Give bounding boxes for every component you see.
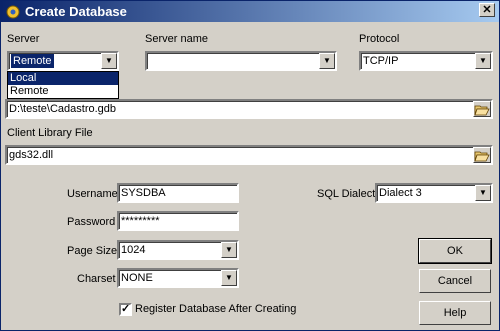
check-icon: ✓ [121,303,131,315]
page-size-combo[interactable]: 1024 ▼ [117,240,239,260]
database-app-icon [6,5,20,19]
protocol-combo[interactable]: TCP/IP ▼ [359,51,493,71]
username-input[interactable]: SYSDBA [117,183,239,203]
page-size-label: Page Size [67,245,118,257]
window-title: Create Database [25,4,127,19]
charset-dropdown-button[interactable]: ▼ [221,270,237,286]
client-library-label: Client Library File [7,127,93,139]
chevron-down-icon: ▼ [323,56,331,65]
server-dropdown-button[interactable]: ▼ [101,53,117,69]
close-button[interactable]: ✕ [479,3,495,17]
username-label: Username [67,188,118,200]
charset-value: NONE [121,272,153,284]
database-file-field[interactable]: D:\teste\Cadastro.gdb [5,99,493,119]
help-button[interactable]: Help [419,301,491,325]
server-value: Remote [11,54,54,68]
server-option-local[interactable]: Local [8,72,118,85]
server-name-label: Server name [145,33,208,45]
page-size-dropdown-button[interactable]: ▼ [221,242,237,258]
register-label[interactable]: Register Database After Creating [135,303,296,315]
password-label: Password [67,216,116,228]
ok-button[interactable]: OK [418,238,492,264]
chevron-down-icon: ▼ [225,273,233,282]
server-dropdown-list: Local Remote [7,71,119,99]
sql-dialect-dropdown-button[interactable]: ▼ [475,185,491,201]
password-input[interactable]: ********* [117,211,239,231]
browse-client-library-button[interactable] [473,147,491,163]
chevron-down-icon: ▼ [479,56,487,65]
server-combo[interactable]: Remote ▼ [7,51,119,71]
server-label: Server [7,33,40,45]
cancel-button[interactable]: Cancel [419,269,491,293]
charset-combo[interactable]: NONE ▼ [117,268,239,288]
folder-open-icon [474,151,490,162]
page-size-value: 1024 [121,244,146,256]
server-option-remote[interactable]: Remote [8,85,118,98]
password-value: ********* [121,215,160,227]
client-library-field[interactable]: gds32.dll [5,145,493,165]
chevron-down-icon: ▼ [105,56,113,65]
server-name-dropdown-button[interactable]: ▼ [319,53,335,69]
register-checkbox[interactable]: ✓ [119,303,132,316]
title-bar: Create Database ✕ [1,1,499,22]
protocol-value: TCP/IP [363,55,399,67]
folder-open-icon [474,105,490,116]
sql-dialect-combo[interactable]: Dialect 3 ▼ [375,183,493,203]
charset-label: Charset [77,273,116,285]
server-name-combo[interactable]: ▼ [145,51,337,71]
database-file-value: D:\teste\Cadastro.gdb [9,103,117,115]
browse-database-button[interactable] [473,101,491,117]
sql-dialect-value: Dialect 3 [379,187,422,199]
chevron-down-icon: ▼ [479,188,487,197]
protocol-dropdown-button[interactable]: ▼ [475,53,491,69]
protocol-label: Protocol [359,33,400,45]
create-database-dialog: Create Database ✕ Server Remote ▼ Local … [0,0,500,331]
sql-dialect-label: SQL Dialect [317,188,376,200]
client-library-value: gds32.dll [9,149,54,161]
chevron-down-icon: ▼ [225,245,233,254]
username-value: SYSDBA [121,187,166,199]
